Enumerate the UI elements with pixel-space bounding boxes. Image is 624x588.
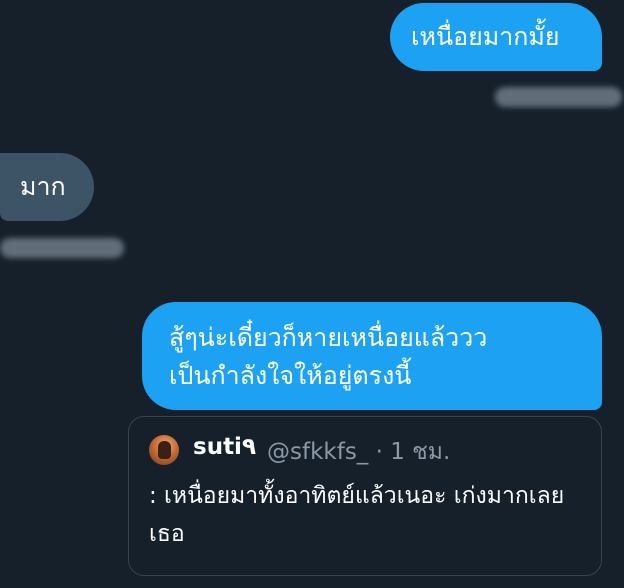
quoted-tweet-text: : เหนื่อยมาทั้งอาทิตย์แล้วเนอะ เก่งมากเล… xyxy=(149,483,565,547)
quoted-handle-time: @sfkkfs_ · 1 ชม. xyxy=(267,439,451,465)
quoted-tweet-card[interactable]: suti٩ @sfkkfs_ · 1 ชม. : เหนื่อยมาทั้งอา… xyxy=(128,416,602,576)
hand-icon xyxy=(158,441,171,459)
avatar xyxy=(149,435,179,465)
outgoing-message-bubble[interactable]: สู้ๆน่ะเดี๋ยวก็หายเหนื่อยแล้ววว เป็นกำลั… xyxy=(142,302,602,410)
outgoing-message-bubble[interactable]: เหนื่อยมากมั้ย xyxy=(390,3,602,71)
message-text: เหนื่อยมากมั้ย xyxy=(411,22,560,51)
blurred-timestamp xyxy=(495,87,622,107)
quoted-display-name: suti٩ xyxy=(193,434,256,460)
message-text-line: สู้ๆน่ะเดี๋ยวก็หายเหนื่อยแล้ววว xyxy=(169,323,488,352)
blurred-timestamp xyxy=(0,238,124,258)
message-text: มาก xyxy=(20,172,66,201)
incoming-message-bubble[interactable]: มาก xyxy=(0,153,94,221)
message-text-line: เป็นกำลังใจให้อยู่ตรงนี้ xyxy=(169,361,412,390)
